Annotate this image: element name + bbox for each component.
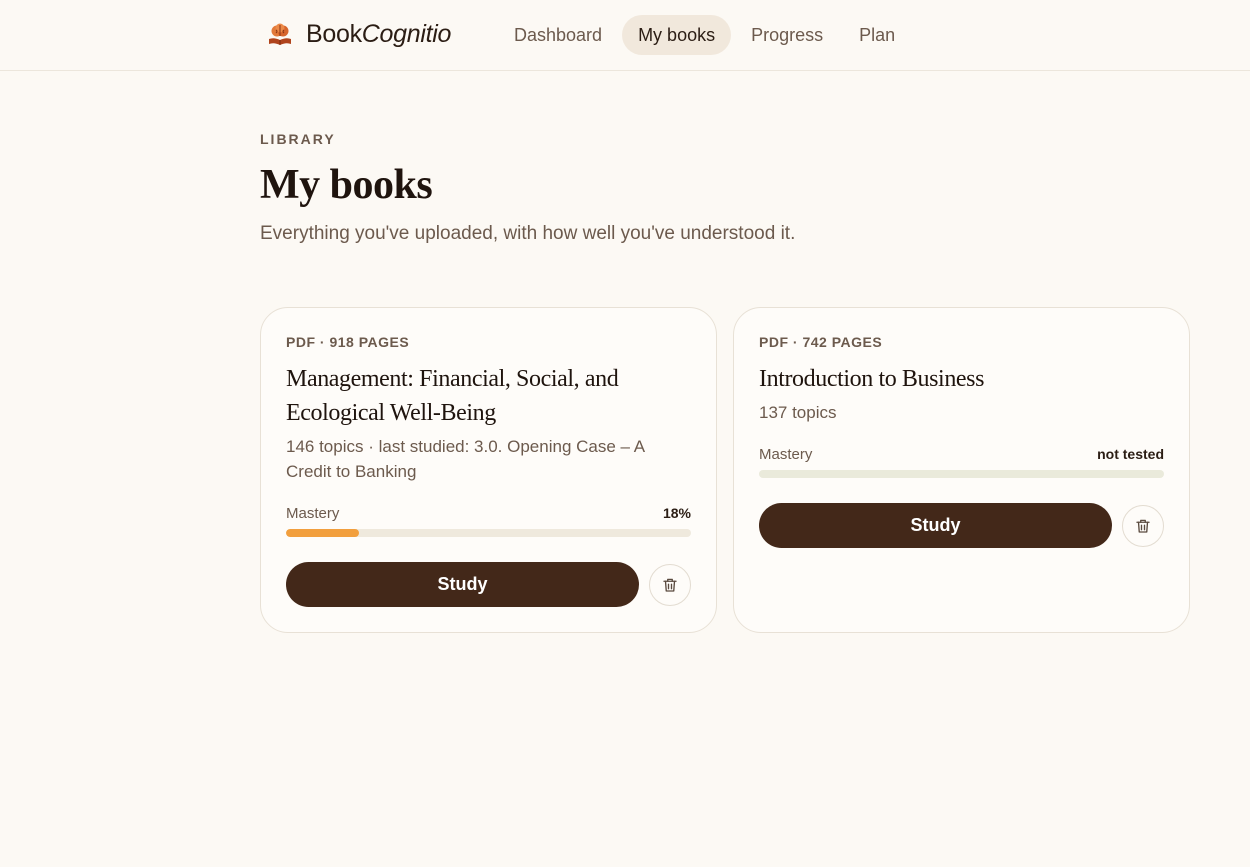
book-meta: PDF · 918 PAGES <box>286 334 410 350</box>
brand[interactable]: BookCognitio <box>266 20 451 49</box>
page-title: My books <box>260 162 433 208</box>
mastery-label: Mastery <box>286 505 340 522</box>
brand-name: BookCognitio <box>306 20 452 48</box>
book-list: PDF · 918 PAGES Management: Financial, S… <box>260 307 1190 633</box>
mastery-progress-fill <box>286 529 359 537</box>
book-card: PDF · 918 PAGES Management: Financial, S… <box>260 307 717 633</box>
section-eyebrow: LIBRARY <box>260 131 336 147</box>
top-navigation-bar: BookCognitio Dashboard My books Progress… <box>0 0 1250 71</box>
main-nav: Dashboard My books Progress Plan <box>498 15 915 55</box>
mastery-value: 18% <box>662 505 691 521</box>
nav-dashboard[interactable]: Dashboard <box>498 15 618 55</box>
card-actions: Study <box>286 562 691 607</box>
library-section: LIBRARY My books Everything you've uploa… <box>260 131 1190 633</box>
nav-plan[interactable]: Plan <box>843 15 911 55</box>
study-button[interactable]: Study <box>286 562 639 607</box>
card-actions: Study <box>759 503 1164 548</box>
mastery-label: Mastery <box>759 446 813 463</box>
brain-book-icon <box>269 23 291 45</box>
nav-my-books[interactable]: My books <box>622 15 732 55</box>
mastery-progress-bar <box>759 470 1164 478</box>
mastery-progress-bar <box>286 529 691 537</box>
trash-icon <box>663 578 677 592</box>
book-subtitle: 137 topics <box>759 403 837 422</box>
page-subtitle: Everything you've uploaded, with how wel… <box>260 223 796 244</box>
book-card: PDF · 742 PAGES Introduction to Business… <box>733 307 1190 633</box>
book-subtitle: 146 topics · last studied: 3.0. Opening … <box>286 437 645 481</box>
book-title: Management: Financial, Social, and Ecolo… <box>286 366 619 426</box>
trash-icon <box>1136 519 1150 533</box>
book-meta: PDF · 742 PAGES <box>759 334 883 350</box>
book-title: Introduction to Business <box>759 366 985 392</box>
study-button[interactable]: Study <box>759 503 1112 548</box>
mastery-value: not tested <box>1097 446 1164 462</box>
delete-book-button[interactable] <box>1122 504 1164 547</box>
mastery-block: Mastery not tested <box>759 446 1164 478</box>
mastery-block: Mastery 18% <box>286 505 691 537</box>
nav-progress[interactable]: Progress <box>735 15 839 55</box>
delete-book-button[interactable] <box>649 563 691 606</box>
